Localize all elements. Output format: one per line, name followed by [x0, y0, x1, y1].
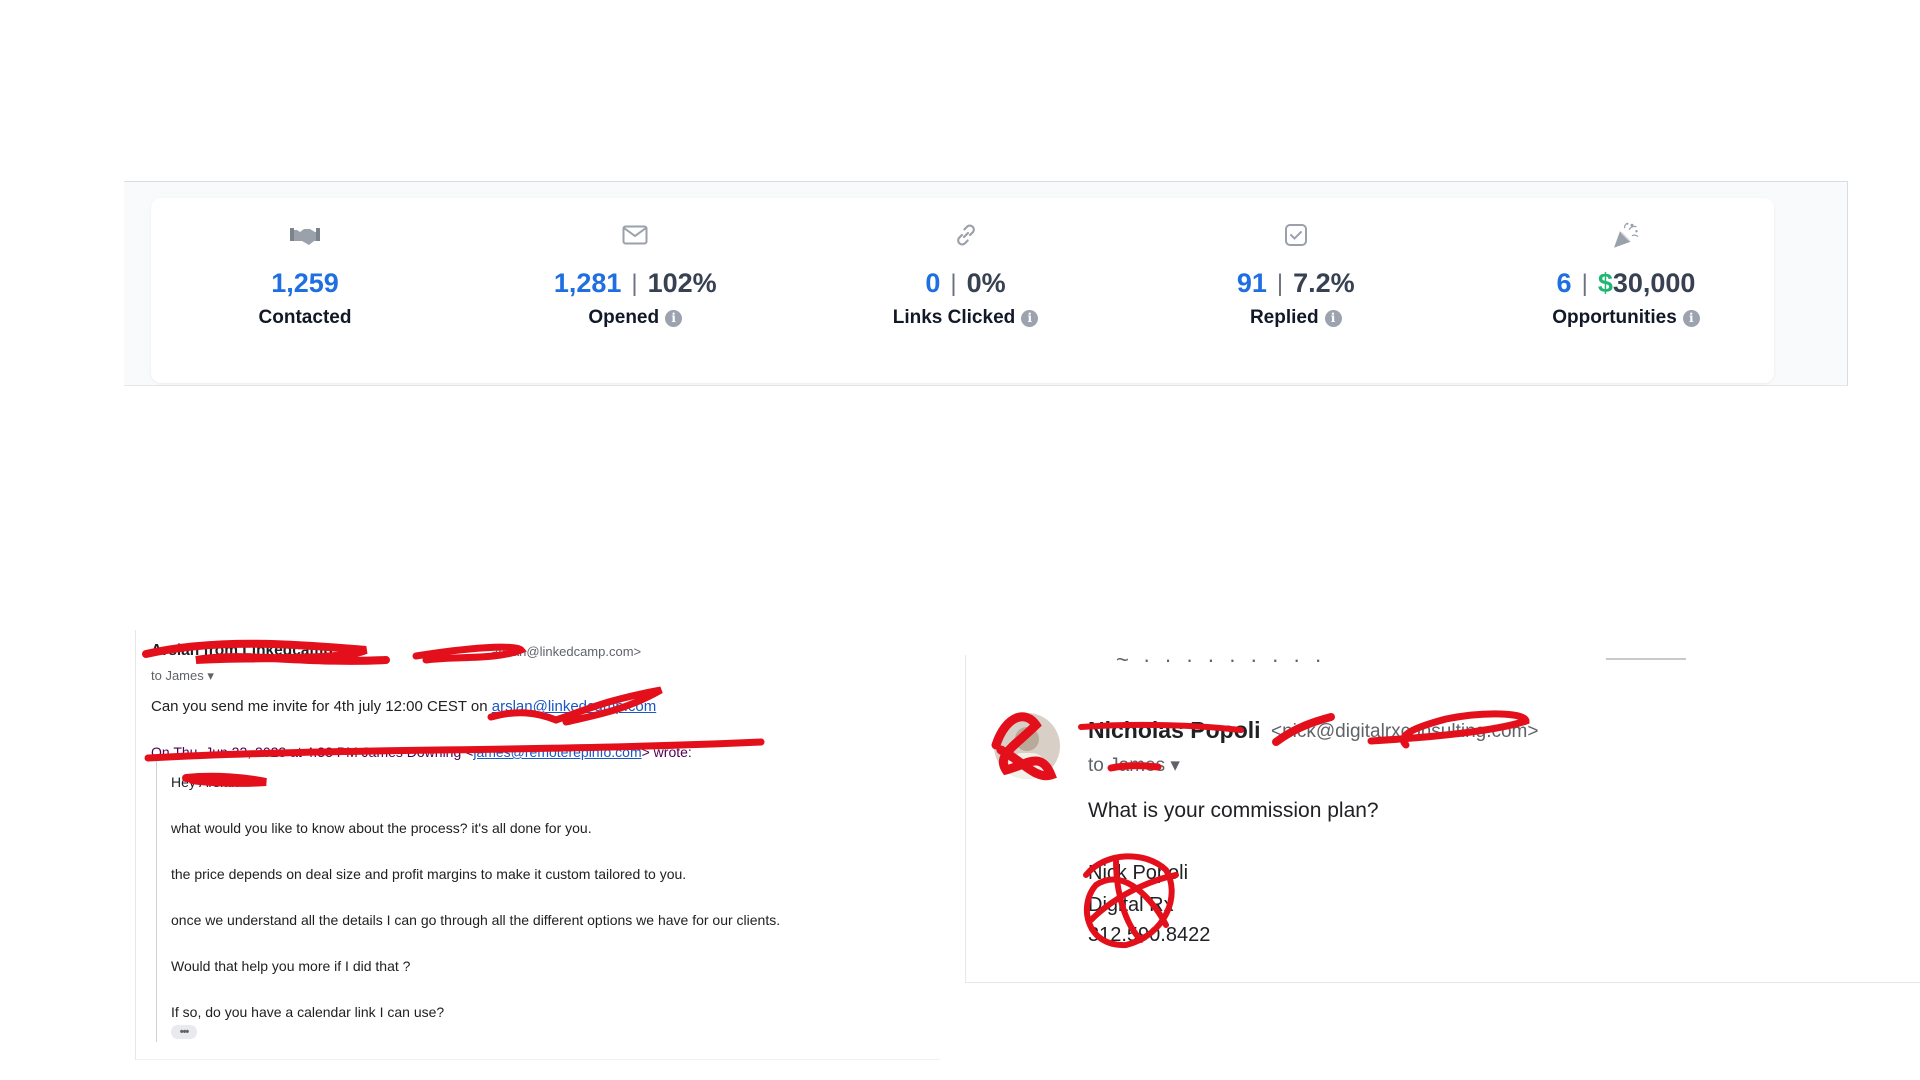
- recipient-line[interactable]: to James ▾: [151, 668, 214, 684]
- chevron-down-icon[interactable]: ▾: [1170, 755, 1180, 776]
- info-icon[interactable]: i: [1021, 309, 1039, 327]
- info-icon[interactable]: i: [665, 309, 683, 327]
- quote-header-link[interactable]: james@remoterepinfo.com: [473, 744, 641, 760]
- value-separator: |: [631, 269, 638, 297]
- cropped-previous-line: ~ · · · · · · · · ·: [1116, 647, 1326, 672]
- links-clicked-rate: 0%: [966, 268, 1006, 298]
- divider: [1606, 658, 1686, 660]
- quote-header-suffix: > wrote:: [641, 744, 692, 760]
- sender-name[interactable]: Arslan from Linkedcamp: [151, 642, 333, 660]
- body-text: Can you send me invite for 4th july 12:0…: [151, 698, 492, 715]
- checkbox-icon: [1281, 220, 1311, 250]
- avatar[interactable]: [994, 713, 1060, 779]
- replied-rate: 7.2%: [1293, 268, 1355, 298]
- recipient-text: to James: [151, 668, 204, 683]
- quote-line: what would you like to know about the pr…: [171, 820, 592, 836]
- stat-opportunities[interactable]: 6 | $30,000 Opportunities i: [1506, 198, 1746, 383]
- envelope-icon: [620, 220, 650, 250]
- opportunities-amount: 30,000: [1612, 268, 1696, 298]
- opened-label: Opened: [588, 307, 660, 328]
- recipient-text: to James: [1088, 755, 1166, 776]
- email-thread-linkedcamp: Arslan from Linkedcamp arslan@linkedcamp…: [135, 630, 940, 1060]
- signature-phone: 312.590.8422: [1088, 924, 1211, 946]
- stat-replied[interactable]: 91 | 7.2% Replied i: [1176, 198, 1416, 383]
- email-nicholas-popoli: ~ · · · · · · · · · Nicholas Popoli <nic…: [965, 647, 1920, 983]
- chevron-down-icon[interactable]: ▾: [207, 668, 214, 683]
- opened-rate: 102%: [647, 268, 717, 298]
- stat-opened[interactable]: 1,281 | 102% Opened i: [515, 198, 755, 383]
- recipient-line[interactable]: to James ▾: [1088, 754, 1180, 777]
- sender-email: arslan@linkedcamp.com>: [491, 644, 642, 659]
- handshake-icon: [290, 220, 320, 250]
- sender-name[interactable]: Nicholas Popoli: [1088, 717, 1261, 744]
- sender-email: <nick@digitalrxconsulting.com>: [1271, 721, 1539, 742]
- opportunities-count: 6: [1556, 268, 1572, 298]
- contacted-label: Contacted: [258, 307, 352, 328]
- body-email-link[interactable]: arslan@linkedcamp.com: [492, 698, 656, 715]
- quote-line: Would that help you more if I did that ?: [171, 958, 411, 974]
- email-body: What is your commission plan?: [1088, 799, 1379, 822]
- show-trimmed-content-button[interactable]: •••: [171, 1025, 197, 1039]
- links-clicked-label: Links Clicked: [892, 307, 1016, 328]
- value-separator: |: [1581, 269, 1588, 297]
- campaign-stats-card: 1,259 Contacted 1,281 | 102% Opened i 0 …: [151, 198, 1774, 383]
- replied-count: 91: [1236, 268, 1267, 298]
- currency-symbol: $: [1597, 268, 1613, 298]
- quote-line: Hey Arslan: [171, 774, 239, 790]
- opened-count: 1,281: [553, 268, 622, 298]
- info-icon[interactable]: i: [1682, 309, 1700, 327]
- signature-company: Digital Rx: [1088, 894, 1174, 916]
- info-icon[interactable]: i: [1324, 309, 1342, 327]
- stat-contacted[interactable]: 1,259 Contacted: [185, 198, 425, 383]
- opportunities-value: $30,000: [1598, 268, 1696, 299]
- links-clicked-count: 0: [925, 268, 941, 298]
- link-icon: [951, 220, 981, 250]
- stat-links-clicked[interactable]: 0 | 0% Links Clicked i: [846, 198, 1086, 383]
- quote-header-text: On Thu, Jun 22, 2023 at 4:33 PM James Do…: [151, 744, 474, 760]
- quote-line: once we understand all the details I can…: [171, 912, 781, 928]
- opportunities-label: Opportunities: [1552, 307, 1677, 328]
- value-separator: |: [950, 269, 957, 297]
- signature-name: Nick Popoli: [1088, 862, 1189, 884]
- quoted-message: Hey Arslan what would you like to know a…: [156, 760, 916, 1042]
- contacted-count: 1,259: [271, 268, 339, 298]
- party-popper-icon: [1611, 220, 1641, 250]
- quote-line: the price depends on deal size and profi…: [171, 866, 687, 882]
- quote-header: On Thu, Jun 22, 2023 at 4:33 PM James Do…: [151, 744, 692, 760]
- value-separator: |: [1276, 269, 1284, 297]
- replied-label: Replied: [1249, 307, 1319, 328]
- email-body: Can you send me invite for 4th july 12:0…: [151, 698, 656, 715]
- quote-line: If so, do you have a calendar link I can…: [171, 1004, 445, 1020]
